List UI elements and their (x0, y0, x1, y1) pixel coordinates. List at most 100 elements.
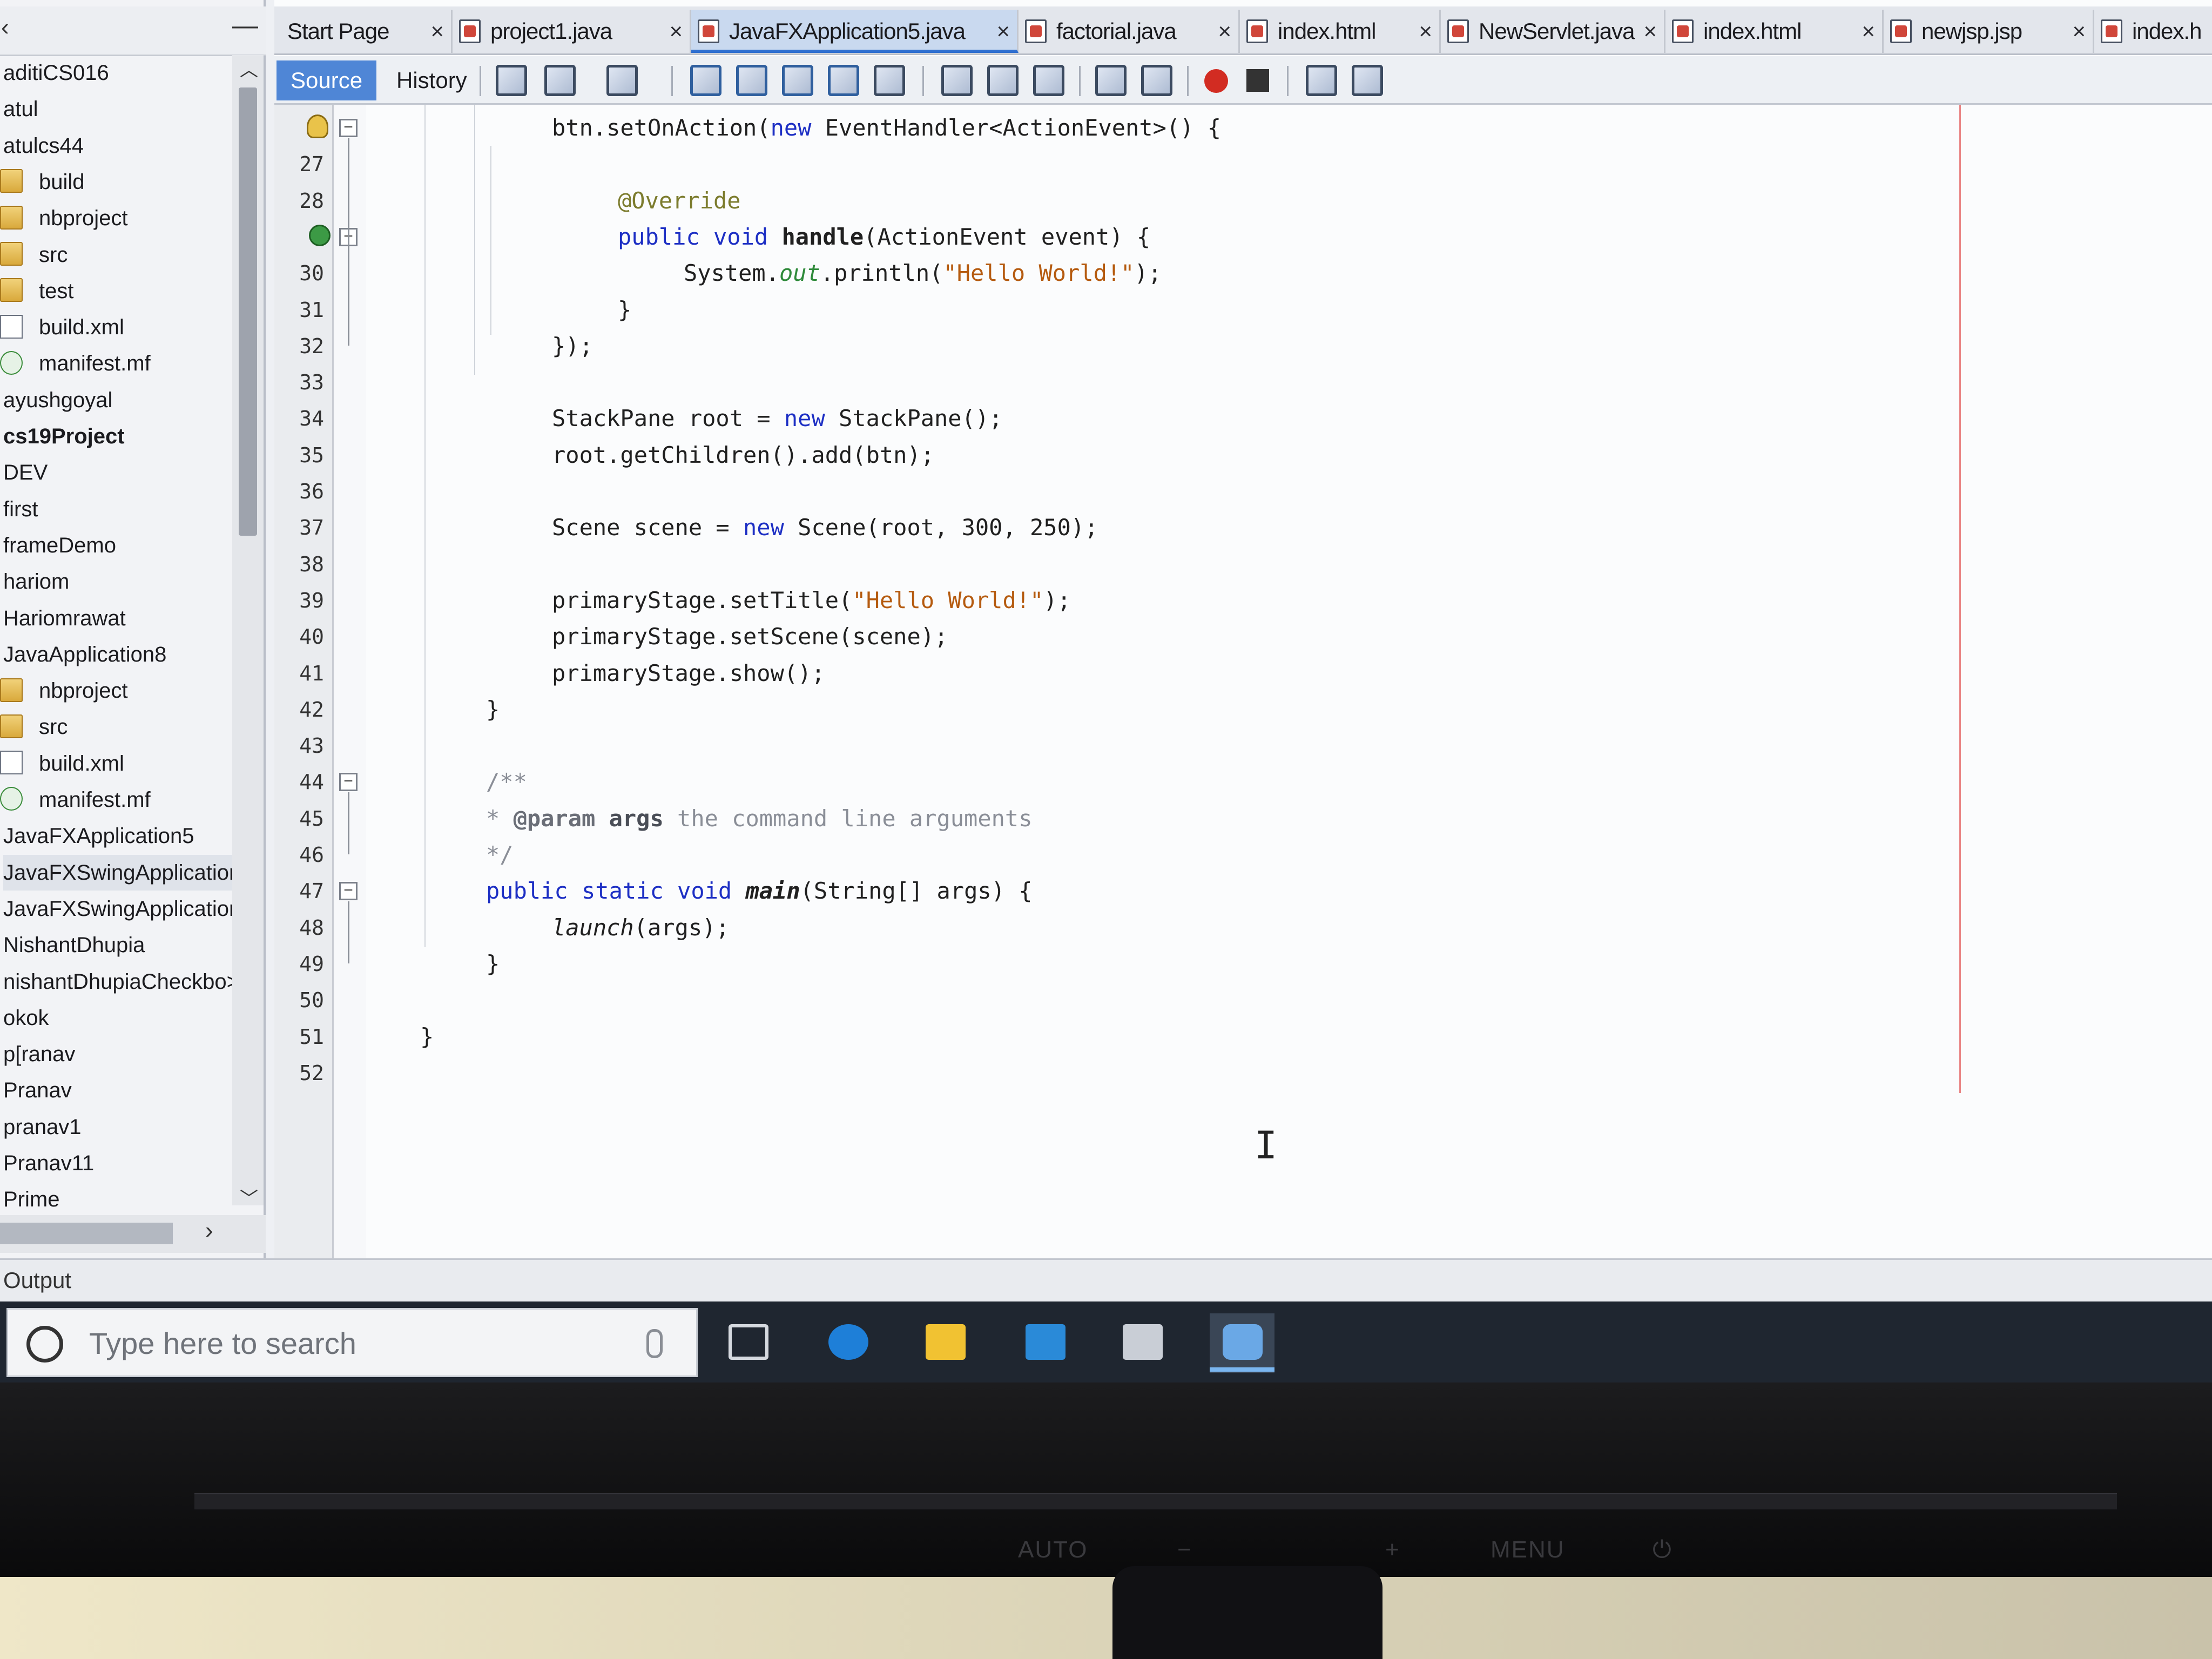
tree-item[interactable]: ayushgoyal (3, 382, 112, 418)
code-line[interactable]: StackPane root = new StackPane(); (552, 401, 1002, 436)
minimize-icon[interactable]: — (232, 11, 258, 41)
horizontal-scrollbar-thumb[interactable] (0, 1223, 173, 1244)
start-macro-icon[interactable] (1204, 69, 1228, 93)
tree-item[interactable]: hariom (3, 564, 69, 599)
taskbar-search-box[interactable]: Type here to search (6, 1308, 698, 1377)
close-tab-icon[interactable]: × (430, 10, 444, 53)
close-tab-icon[interactable]: × (2072, 10, 2086, 53)
forward-history-icon[interactable] (606, 65, 638, 96)
mail-icon[interactable] (1013, 1313, 1077, 1373)
tree-item[interactable]: Pranav11 (3, 1145, 94, 1181)
tree-item[interactable]: NishantDhupia (3, 927, 145, 963)
code-line[interactable]: @Override (618, 183, 741, 219)
code-line[interactable]: primaryStage.setScene(scene); (552, 619, 948, 655)
code-line[interactable]: } (486, 946, 500, 982)
tree-item[interactable]: frameDemo (3, 528, 116, 563)
code-line[interactable]: primaryStage.setTitle("Hello World!"); (552, 583, 1071, 618)
netbeans-icon[interactable] (1210, 1313, 1274, 1373)
file-explorer-icon[interactable] (913, 1313, 977, 1373)
editor-tab[interactable]: newjsp.jsp × (1884, 10, 2094, 53)
editor-tab[interactable]: NewServlet.java × (1441, 10, 1665, 53)
tree-item[interactable]: nishantDhupiaCheckbo> (3, 964, 239, 1000)
vertical-scrollbar[interactable]: ︿ ﹀ (232, 55, 264, 1209)
close-tab-icon[interactable]: × (996, 10, 1010, 53)
code-line[interactable]: System.out.println("Hello World!"); (684, 255, 1162, 291)
find-icon[interactable] (690, 65, 721, 96)
fold-toggle-icon[interactable]: − (339, 773, 358, 792)
close-tab-icon[interactable]: × (1218, 10, 1231, 53)
editor-tab[interactable]: index.h (2094, 10, 2212, 53)
tree-item[interactable]: manifest.mf (0, 346, 151, 381)
shift-left-icon[interactable] (1095, 65, 1127, 96)
code-line[interactable]: } (486, 692, 500, 727)
editor-tab[interactable]: project1.java × (453, 10, 691, 53)
code-line[interactable]: /** (486, 764, 527, 800)
code-line[interactable]: Scene scene = new Scene(root, 300, 250); (552, 510, 1098, 545)
code-line[interactable]: */ (486, 837, 514, 873)
toggle-rect-select-icon[interactable] (874, 65, 905, 96)
history-tab[interactable]: History (382, 60, 481, 100)
tree-item[interactable]: atulcs44 (3, 128, 84, 164)
fold-toggle-icon[interactable]: − (339, 882, 358, 901)
close-tab-icon[interactable]: × (1862, 10, 1875, 53)
stop-macro-icon[interactable] (1246, 69, 1269, 92)
back-history-icon[interactable] (544, 65, 576, 96)
tree-item[interactable]: JavaFXApplication5 (3, 818, 194, 854)
tree-item[interactable]: Hariomrawat (3, 601, 126, 636)
find-next-icon[interactable] (782, 65, 813, 96)
tree-item[interactable]: manifest.mf (0, 782, 151, 818)
edge-icon[interactable] (815, 1313, 880, 1373)
close-tab-icon[interactable]: × (1419, 10, 1432, 53)
scroll-down-icon[interactable]: ﹀ (240, 1184, 258, 1210)
fold-toggle-icon[interactable]: − (339, 119, 358, 137)
close-tab-icon[interactable]: × (1643, 10, 1657, 53)
code-line[interactable]: launch(args); (552, 910, 730, 946)
tree-item[interactable]: src (0, 709, 68, 745)
tree-item[interactable]: build.xml (0, 309, 124, 345)
tree-item[interactable]: src (0, 237, 68, 273)
editor-tab[interactable]: JavaFXApplication5.java × (691, 10, 1019, 53)
scroll-right-icon[interactable]: › (205, 1217, 213, 1244)
chevron-left-icon[interactable]: ‹ (1, 14, 9, 41)
editor-tab[interactable]: Start Page × (274, 10, 453, 53)
toggle-bookmark-icon[interactable] (1033, 65, 1064, 96)
horizontal-scrollbar[interactable]: › (0, 1215, 266, 1253)
hint-bulb-icon[interactable] (307, 114, 328, 138)
tree-item[interactable]: p[ranav (3, 1036, 75, 1072)
previous-bookmark-icon[interactable] (941, 65, 973, 96)
task-view-icon[interactable] (716, 1313, 780, 1373)
code-line[interactable]: public void handle(ActionEvent event) { (618, 219, 1150, 255)
scroll-up-icon[interactable]: ︿ (240, 55, 258, 82)
code-line[interactable]: root.getChildren().add(btn); (552, 437, 934, 473)
monitor-button[interactable]: MENU (1491, 1536, 1565, 1563)
editor-tab[interactable]: index.html × (1665, 10, 1884, 53)
code-line[interactable]: } (420, 1019, 434, 1055)
tree-item[interactable]: aditiCS016 (3, 55, 109, 91)
cortana-icon[interactable] (26, 1326, 63, 1363)
code-line[interactable]: } (618, 292, 631, 328)
tree-item[interactable]: atul (3, 91, 38, 127)
code-line[interactable]: primaryStage.show(); (552, 656, 825, 691)
monitor-button[interactable]: ⏻ (1653, 1536, 1673, 1563)
shift-right-icon[interactable] (1141, 65, 1172, 96)
code-line[interactable]: public static void main(String[] args) { (486, 873, 1033, 909)
tree-item[interactable]: okok (3, 1000, 49, 1036)
tree-item[interactable]: first (3, 491, 38, 527)
tree-item[interactable]: build (0, 164, 85, 200)
monitor-button[interactable]: − (1177, 1536, 1192, 1563)
uncomment-icon[interactable] (1352, 65, 1383, 96)
editor-tab[interactable]: index.html × (1240, 10, 1441, 53)
code-area[interactable]: btn.setOnAction(new EventHandler<ActionE… (366, 105, 2202, 1258)
tree-item[interactable]: JavaFXSwingApplicatior (3, 854, 236, 891)
comment-icon[interactable] (1306, 65, 1337, 96)
tree-item[interactable]: nbproject (0, 200, 128, 236)
tree-item[interactable]: Prime (3, 1182, 59, 1217)
tree-item[interactable]: JavaApplication8 (3, 637, 166, 672)
source-tab[interactable]: Source (276, 60, 377, 100)
scrollbar-thumb[interactable] (239, 87, 257, 536)
find-previous-icon[interactable] (736, 65, 767, 96)
tree-item[interactable]: pranav1 (3, 1109, 82, 1145)
store-icon[interactable] (1110, 1313, 1175, 1373)
editor-tab[interactable]: factorial.java × (1019, 10, 1240, 53)
search-placeholder[interactable]: Type here to search (89, 1326, 356, 1361)
